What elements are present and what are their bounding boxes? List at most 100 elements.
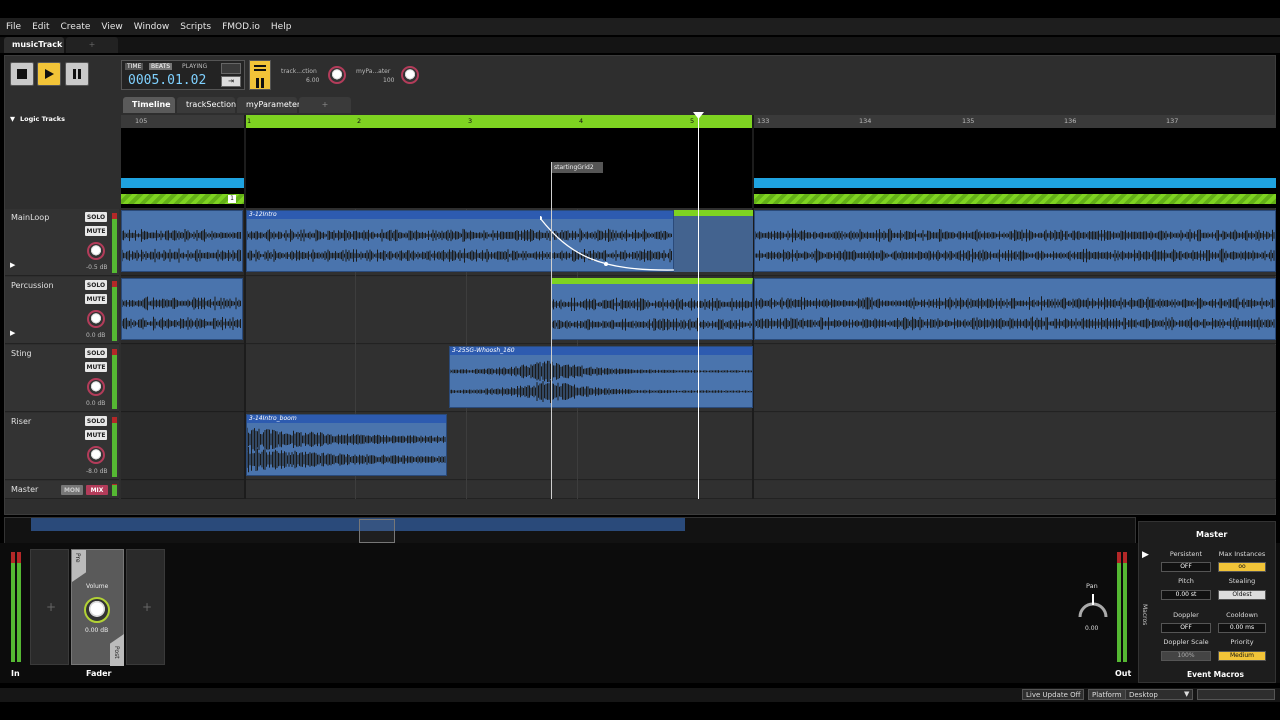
ruler-label: 136 [1064, 117, 1077, 125]
mute-button[interactable]: MUTE [85, 294, 107, 304]
platform-dropdown[interactable]: Desktop [1125, 689, 1193, 700]
track-volume-db: -8.0 dB [86, 468, 108, 475]
menu-file[interactable]: File [0, 22, 26, 32]
volume-knob[interactable] [87, 378, 105, 396]
menu-view[interactable]: View [95, 22, 127, 32]
tab-add-button[interactable]: + [299, 97, 351, 113]
volume-label: Volume [86, 583, 109, 590]
follow-playback-icon[interactable]: ⇥ [221, 76, 241, 87]
overview-viewport[interactable] [359, 519, 395, 543]
stealing-label: Stealing [1228, 577, 1256, 585]
stealing-dropdown[interactable]: Oldest [1218, 590, 1266, 600]
pitch-field[interactable]: 0.00 st [1161, 590, 1211, 600]
ruler-label: 1 [247, 117, 252, 125]
ruler-label: 4 [579, 117, 584, 125]
tab-tracksection[interactable]: trackSection [177, 97, 236, 113]
audio-region-percussion-mid[interactable] [551, 278, 753, 340]
volume-knob[interactable] [87, 446, 105, 464]
tab-timeline[interactable]: Timeline [123, 97, 175, 113]
ruler-label: 133 [757, 117, 770, 125]
loop-marker-region[interactable]: 1 [121, 194, 244, 204]
document-tab-bar: musicTrack ▶ + [0, 37, 1280, 65]
priority-dropdown[interactable]: Medium [1218, 651, 1266, 661]
cooldown-field[interactable]: 0.00 ms [1218, 623, 1266, 633]
param2-name: myPa...ater [356, 68, 391, 75]
tempo-marker-region[interactable] [754, 178, 1276, 188]
audio-region-percussion-post[interactable] [754, 278, 1276, 340]
playhead[interactable] [698, 115, 699, 499]
playhead-handle-icon[interactable] [693, 112, 704, 120]
loop-toggle[interactable] [221, 63, 241, 74]
menu-create[interactable]: Create [55, 22, 96, 32]
pan-knob[interactable] [1076, 593, 1110, 619]
audio-region-sting[interactable]: 3-25SG-Whoosh_160 [449, 346, 753, 408]
persistent-label: Persistent [1169, 550, 1203, 558]
logic-tracks-header: ▼ Logic Tracks [5, 111, 119, 208]
time-mode-toggle[interactable]: TIME [125, 63, 144, 70]
mix-button[interactable]: MIX [86, 485, 108, 495]
monitor-button[interactable]: MON [61, 485, 83, 495]
tempo-marker-region[interactable] [121, 178, 244, 188]
effect-slot-pre[interactable]: + [30, 549, 69, 665]
track-header-riser[interactable]: Riser SOLO MUTE -8.0 dB [5, 413, 119, 480]
track-header-master[interactable]: Master MON MIX [5, 481, 119, 499]
play-icon [45, 69, 54, 79]
destination-marker[interactable]: startingGrid2 [551, 162, 603, 173]
audio-region-mainloop-pre[interactable] [121, 210, 243, 272]
volume-knob[interactable] [87, 310, 105, 328]
solo-button[interactable]: SOLO [85, 280, 107, 290]
audio-region-percussion-pre[interactable] [121, 278, 243, 340]
audio-region-mainloop-tail[interactable] [674, 210, 753, 272]
mute-button[interactable]: MUTE [85, 226, 107, 236]
solo-button[interactable]: SOLO [85, 416, 107, 426]
solo-button[interactable]: SOLO [85, 348, 107, 358]
menu-scripts[interactable]: Scripts [174, 22, 216, 32]
volume-knob[interactable] [87, 242, 105, 260]
tab-myparameter[interactable]: myParameter [237, 97, 300, 113]
expand-triangle-icon[interactable]: ▶ [10, 329, 15, 337]
menu-bar: File Edit Create View Window Scripts FMO… [0, 18, 1280, 35]
menu-help[interactable]: Help [265, 22, 297, 32]
loop-region-bar[interactable] [245, 115, 753, 128]
track-name: Master [11, 485, 39, 494]
live-update-button[interactable]: Live Update Off [1022, 689, 1085, 700]
expand-triangle-icon[interactable]: ▶ [10, 261, 15, 269]
track-header-mainloop[interactable]: MainLoop SOLO MUTE -0.5 dB ▶ [5, 209, 119, 276]
fader-module[interactable]: Pre Volume 0.00 dB Post [71, 549, 124, 666]
post-label: Post [113, 646, 120, 659]
track-header-percussion[interactable]: Percussion SOLO MUTE 0.0 dB ▶ [5, 277, 119, 344]
max-instances-field[interactable]: oo [1218, 562, 1266, 572]
fader-volume-knob[interactable] [84, 597, 110, 623]
doppler-scale-field[interactable]: 100% [1161, 651, 1211, 661]
waveform [755, 296, 1275, 331]
menu-edit[interactable]: Edit [26, 22, 54, 32]
effect-slot-post[interactable]: + [126, 549, 165, 665]
audio-region-riser[interactable]: 3-14Intro_boom [246, 414, 447, 476]
metronome-toggle[interactable] [249, 60, 271, 90]
level-meter [112, 349, 117, 409]
play-button[interactable] [37, 62, 61, 86]
overview-strip[interactable] [4, 517, 1136, 544]
solo-button[interactable]: SOLO [85, 212, 107, 222]
mute-button[interactable]: MUTE [85, 430, 107, 440]
menu-window[interactable]: Window [128, 22, 175, 32]
pause-button[interactable] [65, 62, 89, 86]
param2-knob[interactable] [401, 66, 419, 84]
destination-marker-line [551, 162, 552, 499]
param1-knob[interactable] [328, 66, 346, 84]
collapse-triangle-icon[interactable]: ▼ [10, 115, 15, 123]
fade-curve[interactable] [540, 216, 676, 272]
doc-tab-add-button[interactable]: + [66, 37, 118, 53]
track-header-sting[interactable]: Sting SOLO MUTE 0.0 dB [5, 345, 119, 412]
play-macros-icon[interactable]: ▶ [1142, 550, 1149, 560]
beats-mode-toggle[interactable]: BEATS [149, 63, 173, 70]
mute-button[interactable]: MUTE [85, 362, 107, 372]
loop-marker-region[interactable] [754, 194, 1276, 204]
menu-fmodio[interactable]: FMOD.io [216, 22, 265, 32]
stop-button[interactable] [10, 62, 34, 86]
audio-region-mainloop-post[interactable] [754, 210, 1276, 272]
doc-tab-musictrack[interactable]: musicTrack ▶ [4, 37, 64, 65]
persistent-toggle[interactable]: OFF [1161, 562, 1211, 572]
doppler-toggle[interactable]: OFF [1161, 623, 1211, 633]
time-display[interactable]: TIME BEATS PLAYING 0005.01.02 ⇥ [121, 60, 245, 90]
